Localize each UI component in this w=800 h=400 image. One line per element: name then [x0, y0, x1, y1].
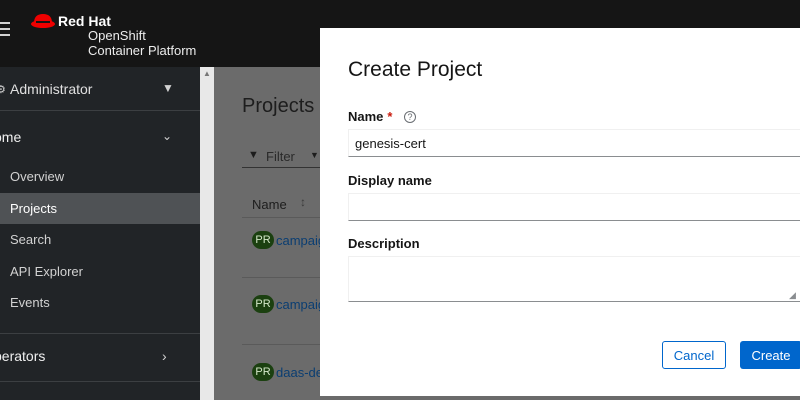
- table-divider: [242, 217, 332, 218]
- table-row: PR daas-de: [252, 363, 323, 383]
- nav-section-operators[interactable]: perators: [0, 348, 45, 364]
- nav-divider: [0, 333, 200, 334]
- caret-down-icon: ▼: [162, 81, 174, 95]
- chevron-down-icon[interactable]: ⌄: [162, 129, 172, 143]
- table-row: PR campaig: [252, 231, 325, 251]
- table-divider: [242, 344, 332, 345]
- nav-divider: [0, 381, 200, 382]
- sidebar-item-overview[interactable]: Overview: [0, 161, 200, 192]
- project-link[interactable]: campaig: [276, 297, 325, 312]
- project-badge: PR: [252, 295, 274, 313]
- sidebar: ⚙ Administrator ▼ ome ⌄ Overview Project…: [0, 67, 200, 400]
- display-name-input[interactable]: [348, 193, 800, 221]
- chevron-right-icon[interactable]: ›: [162, 348, 167, 364]
- sort-icon[interactable]: ↕: [300, 195, 306, 209]
- modal-title: Create Project: [348, 58, 483, 81]
- description-textarea[interactable]: [348, 256, 800, 302]
- perspective-switcher[interactable]: ⚙ Administrator ▼: [0, 67, 200, 111]
- caret-down-icon: ▼: [310, 150, 319, 160]
- name-input[interactable]: [348, 129, 800, 157]
- create-button[interactable]: Create: [740, 341, 800, 369]
- filter-label: Filter: [266, 149, 295, 164]
- brand-line-2: OpenShift: [88, 28, 146, 43]
- sidebar-scrollbar[interactable]: ▲: [200, 67, 214, 400]
- required-marker: *: [387, 109, 393, 124]
- nav-section-home[interactable]: ome: [0, 129, 21, 145]
- filter-icon: ▼: [248, 149, 259, 161]
- perspective-label: Administrator: [10, 81, 93, 97]
- sidebar-item-search[interactable]: Search: [0, 224, 200, 255]
- cancel-button[interactable]: Cancel: [662, 341, 726, 369]
- column-header-name[interactable]: Name: [252, 197, 287, 212]
- scroll-up-icon[interactable]: ▲: [203, 69, 211, 78]
- project-badge: PR: [252, 231, 274, 249]
- description-label: Description: [348, 236, 420, 251]
- table-row: PR campaig: [252, 295, 325, 315]
- create-project-modal: Create Project Name* ? Display name Desc…: [320, 28, 800, 396]
- brand-line-1: Red Hat: [58, 13, 111, 29]
- hamburger-menu-icon[interactable]: [0, 22, 10, 40]
- project-link[interactable]: daas-de: [276, 365, 323, 380]
- project-badge: PR: [252, 363, 274, 381]
- page-title: Projects: [242, 95, 315, 117]
- resize-handle-icon[interactable]: ◢: [789, 290, 796, 301]
- brand-line-3: Container Platform: [88, 43, 197, 58]
- cog-icon: ⚙: [0, 84, 6, 96]
- table-divider: [242, 277, 332, 278]
- sidebar-item-projects[interactable]: Projects: [0, 193, 200, 224]
- filter-dropdown[interactable]: ▼ Filter ▼: [242, 146, 322, 168]
- help-icon[interactable]: ?: [404, 111, 416, 123]
- display-name-label: Display name: [348, 173, 432, 188]
- redhat-hat-icon: [31, 14, 55, 28]
- project-link[interactable]: campaig: [276, 233, 325, 248]
- sidebar-item-api-explorer[interactable]: API Explorer: [0, 256, 200, 287]
- name-label-text: Name: [348, 109, 384, 124]
- name-label: Name *: [348, 109, 392, 124]
- sidebar-item-events[interactable]: Events: [0, 287, 200, 318]
